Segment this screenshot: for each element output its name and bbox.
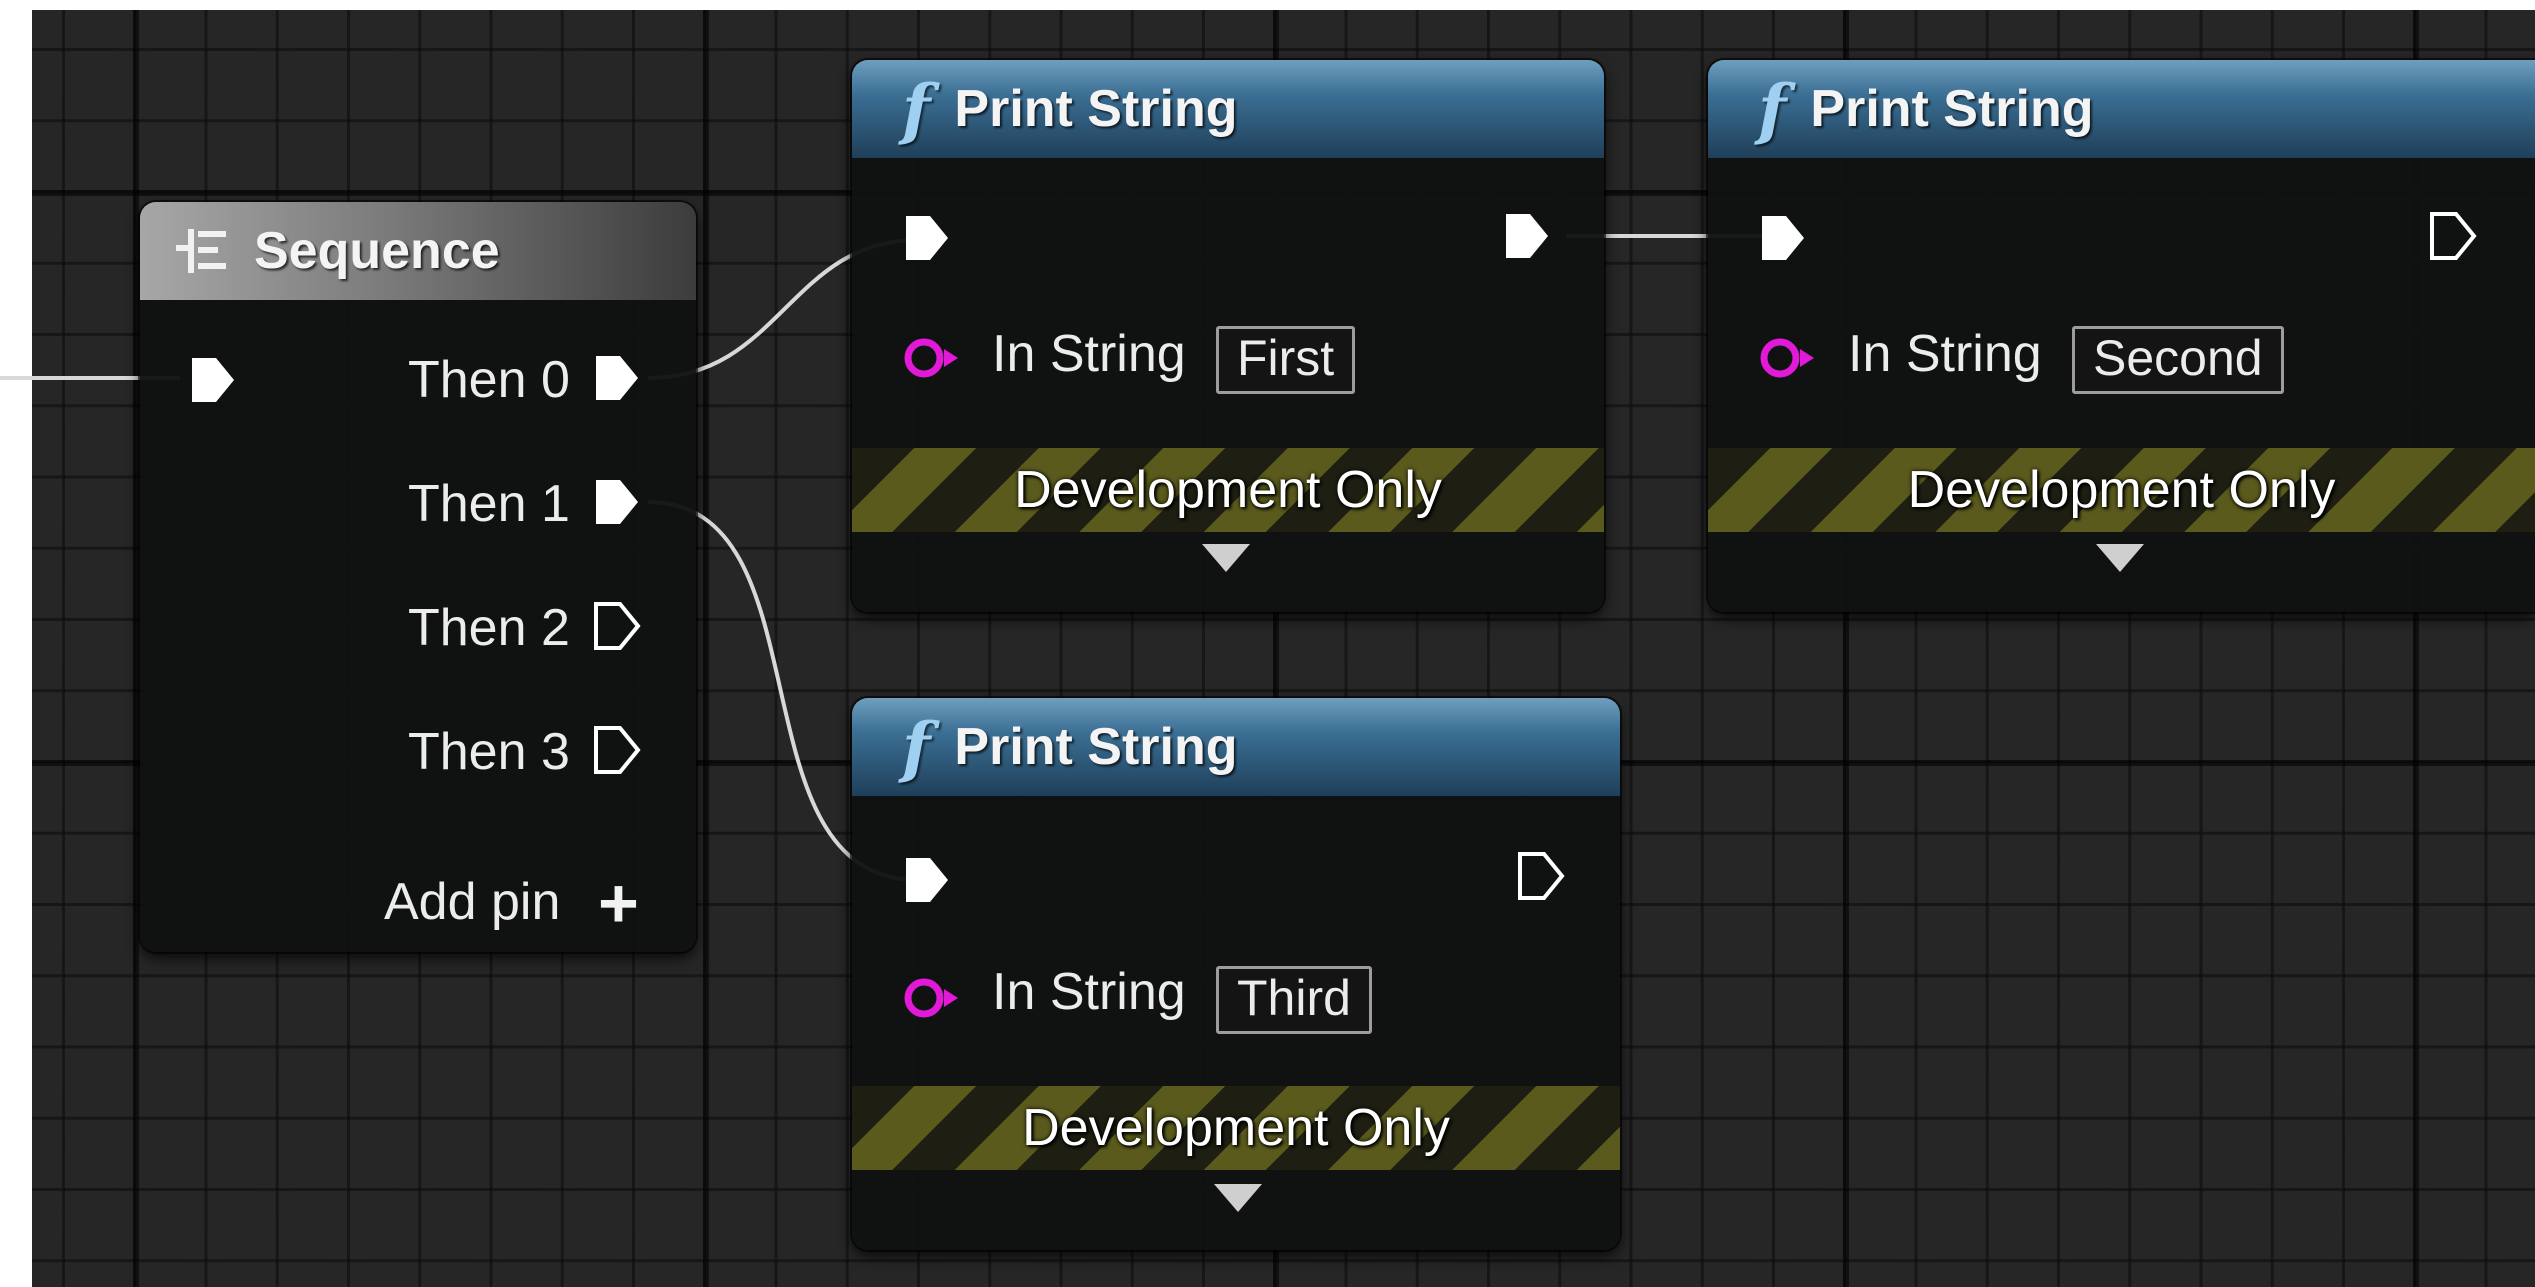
- then-1-label: Then 1: [408, 475, 570, 533]
- exec-pin-icon[interactable]: [2426, 210, 2478, 262]
- then-0-label: Then 0: [408, 351, 570, 409]
- print-string-node-first[interactable]: f Print String In String First Developme…: [852, 60, 1604, 612]
- in-string-label: In String: [1848, 325, 2042, 383]
- exec-pin-icon[interactable]: [186, 354, 238, 406]
- print-string-node-third[interactable]: f Print String In String Third Developme…: [852, 698, 1620, 1250]
- exec-pin-icon[interactable]: [1500, 210, 1552, 262]
- print-string-node-second[interactable]: f Print String In String Second Developm…: [1708, 60, 2535, 612]
- exec-pin-icon[interactable]: [900, 212, 952, 264]
- expand-arrow-icon[interactable]: [1202, 544, 1250, 572]
- exec-pin-icon[interactable]: [590, 352, 642, 404]
- print-string-title: Print String: [954, 718, 1238, 776]
- development-only-label: Development Only: [1907, 461, 2336, 519]
- exec-pin-icon[interactable]: [1514, 850, 1566, 902]
- print-string-title: Print String: [1810, 80, 2094, 138]
- development-only-banner: Development Only: [852, 448, 1604, 532]
- development-only-banner: Development Only: [852, 1086, 1620, 1170]
- development-only-label: Development Only: [1014, 461, 1442, 519]
- sequence-node-header[interactable]: Sequence: [140, 202, 696, 300]
- print-string-header[interactable]: f Print String: [852, 60, 1604, 158]
- print-string-header[interactable]: f Print String: [1708, 60, 2535, 158]
- then-2-label: Then 2: [408, 599, 570, 657]
- function-icon: f: [1758, 70, 1787, 148]
- exec-pin-icon[interactable]: [590, 600, 642, 652]
- exec-pin-icon[interactable]: [590, 724, 642, 776]
- string-value-field[interactable]: Second: [2072, 326, 2284, 394]
- function-icon: f: [902, 708, 931, 786]
- print-string-title: Print String: [954, 80, 1238, 138]
- plus-icon[interactable]: +: [598, 868, 639, 938]
- sequence-node[interactable]: Sequence Then 0 Then 1 Then 2 Then 3 Add…: [140, 202, 696, 952]
- string-value-field[interactable]: First: [1216, 326, 1356, 394]
- development-only-label: Development Only: [1022, 1099, 1450, 1157]
- sequence-node-title: Sequence: [254, 222, 500, 280]
- in-string-label: In String: [992, 963, 1186, 1021]
- then-3-label: Then 3: [408, 723, 570, 781]
- exec-pin-icon[interactable]: [900, 854, 952, 906]
- exec-pin-icon[interactable]: [590, 476, 642, 528]
- function-icon: f: [902, 70, 931, 148]
- string-pin-icon[interactable]: [900, 328, 970, 388]
- exec-pin-icon[interactable]: [1756, 212, 1808, 264]
- in-string-label: In String: [992, 325, 1186, 383]
- add-pin-label[interactable]: Add pin: [384, 876, 560, 928]
- expand-arrow-icon[interactable]: [2096, 544, 2144, 572]
- print-string-header[interactable]: f Print String: [852, 698, 1620, 796]
- string-pin-icon[interactable]: [900, 968, 970, 1028]
- expand-arrow-icon[interactable]: [1214, 1184, 1262, 1212]
- string-pin-icon[interactable]: [1756, 328, 1826, 388]
- sequence-icon: [176, 229, 226, 273]
- string-value-field[interactable]: Third: [1216, 966, 1372, 1034]
- development-only-banner: Development Only: [1708, 448, 2535, 532]
